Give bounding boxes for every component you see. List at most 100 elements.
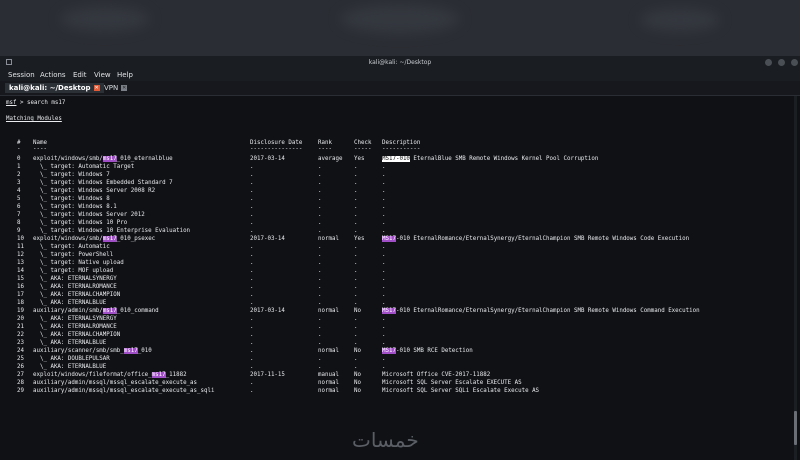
module-name-part: exploit/windows/fileformat/office_ (33, 372, 152, 378)
module-name-part: auxiliary/admin/mssql/mssql_escalate_exe… (33, 388, 215, 394)
module-name-part: \_ target: Windows 7 (33, 172, 110, 178)
module-name-part: \_ target: Windows Server 2012 (33, 212, 145, 218)
menu-bar: Session Actions Edit View Help (0, 69, 800, 81)
disclosure-date: . (250, 204, 254, 210)
close-button[interactable] (791, 59, 798, 66)
menu-session[interactable]: Session (8, 71, 35, 79)
description: . (382, 252, 386, 259)
command: > search ms17 (16, 100, 66, 106)
description: . (382, 268, 386, 275)
row-number: 9 (17, 228, 21, 234)
description-part: -010 SMB RCE Detection (395, 348, 473, 354)
module-name: \_ target: Windows Server 2008 R2 (33, 188, 155, 195)
disclosure-date: . (250, 332, 254, 338)
terminal-output[interactable]: msf > search ms17 Matching Modules # Nam… (0, 96, 790, 460)
description: MS17-010 SMB RCE Detection (382, 348, 473, 355)
module-name-part: \_ target: Windows 8.1 (33, 204, 117, 210)
row-number: 1 (17, 164, 21, 170)
description-part: . (382, 332, 386, 338)
row-number: 26 (17, 364, 24, 370)
module-name: \_ target: Windows 10 Pro (33, 220, 127, 227)
description: . (382, 356, 386, 363)
tab-label: kali@kali: ~/Desktop (9, 84, 91, 92)
description: . (382, 188, 386, 195)
check: . (354, 204, 358, 210)
prompt: msf (6, 100, 17, 106)
module-name: \_ target: Windows 8.1 (33, 204, 117, 211)
tab-vpn[interactable]: VPN ✕ (100, 83, 131, 93)
menu-actions[interactable]: Actions (40, 71, 66, 79)
row-number: 17 (17, 292, 24, 298)
rank: . (318, 332, 322, 338)
check: . (354, 340, 358, 346)
rank: . (318, 196, 322, 202)
description: . (382, 292, 386, 299)
watermark-logo: خمسات (352, 428, 419, 452)
tab-bar: kali@kali: ~/Desktop ✕ VPN ✕ (0, 81, 800, 96)
description: . (382, 316, 386, 323)
disclosure-date: . (250, 340, 254, 346)
row-number: 15 (17, 276, 24, 282)
header-underline: ---- (33, 146, 47, 152)
module-name-part: \_ AKA: ETERNALSYNERGY (33, 276, 117, 282)
module-name: auxiliary/scanner/smb/smb_ms17_010 (33, 348, 152, 355)
module-name-part: \_ target: Windows Embedded Standard 7 (33, 180, 173, 186)
disclosure-date: . (250, 364, 254, 370)
maximize-button[interactable] (778, 59, 785, 66)
description: . (382, 332, 386, 339)
module-name-part: _010 (137, 348, 152, 354)
search-match: MS17-010 (382, 156, 410, 162)
close-icon[interactable]: ✕ (121, 85, 128, 91)
tab-desktop[interactable]: kali@kali: ~/Desktop ✕ (5, 83, 104, 93)
disclosure-date: . (250, 252, 254, 258)
check: . (354, 292, 358, 298)
disclosure-date: . (250, 300, 254, 306)
row-number: 7 (17, 212, 21, 218)
module-name-part: _11882 (165, 372, 187, 378)
row-number: 19 (17, 308, 24, 314)
description: . (382, 164, 386, 171)
disclosure-date: 2017-03-14 (250, 236, 285, 242)
rank: average (318, 156, 343, 162)
check: . (354, 316, 358, 322)
check: Yes (354, 236, 365, 242)
description-part: . (382, 340, 386, 346)
check: . (354, 228, 358, 234)
check: . (354, 172, 358, 178)
menu-edit[interactable]: Edit (73, 71, 87, 79)
rank: . (318, 316, 322, 322)
scrollbar[interactable] (794, 96, 797, 460)
check: . (354, 260, 358, 266)
row-number: 11 (17, 244, 24, 250)
minimize-button[interactable] (765, 59, 772, 66)
module-name: \_ target: Automatic (33, 244, 110, 251)
rank: normal (318, 388, 339, 394)
description: . (382, 196, 386, 203)
rank: . (318, 284, 322, 290)
description-part: . (382, 324, 386, 330)
row-number: 20 (17, 316, 24, 322)
disclosure-date: . (250, 356, 254, 362)
module-name-part: \_ target: Windows 10 Enterprise Evaluat… (33, 228, 191, 234)
description: . (382, 276, 386, 283)
disclosure-date: . (250, 268, 254, 274)
description: . (382, 228, 386, 235)
check: . (354, 252, 358, 258)
module-name: exploit/windows/smb/ms17_010_eternalblue (33, 156, 173, 163)
close-icon[interactable]: ✕ (93, 85, 100, 91)
rank: . (318, 228, 322, 234)
description: . (382, 300, 386, 307)
module-name-part: \_ target: PowerShell (33, 252, 114, 258)
disclosure-date: . (250, 172, 254, 178)
disclosure-date: . (250, 260, 254, 266)
menu-help[interactable]: Help (117, 71, 133, 79)
menu-view[interactable]: View (94, 71, 111, 79)
disclosure-date: 2017-03-14 (250, 156, 285, 162)
scrollbar-thumb[interactable] (794, 411, 797, 445)
check: . (354, 356, 358, 362)
check: . (354, 324, 358, 330)
rank: . (318, 212, 322, 218)
check: No (354, 388, 361, 394)
search-match: ms17 (102, 156, 117, 162)
rank: manual (318, 372, 339, 378)
